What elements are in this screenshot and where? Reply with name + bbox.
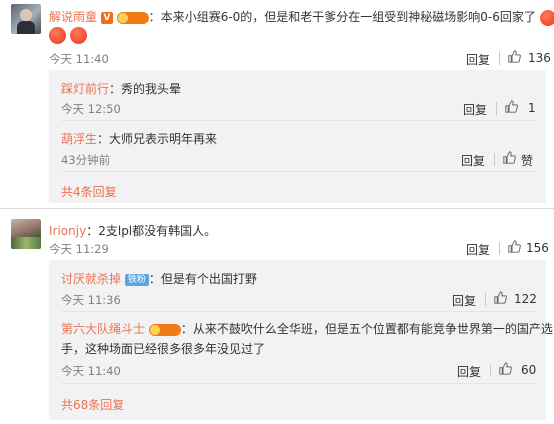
divider — [61, 120, 536, 121]
colon: ： — [86, 224, 99, 238]
sub-reply-text: 但是有个出国打野 — [160, 272, 257, 286]
sub-reply-text: 从来不鼓吹什么全华班，但是五个位置都有能竞争世界第一的国产选 — [192, 322, 553, 336]
sub-reply-line: 讨厌就杀掉 铁粉 ：但是有个出国打野 — [61, 270, 257, 287]
thumb-up-icon — [505, 100, 518, 113]
colon: ： — [109, 82, 122, 96]
thumb-up-icon — [503, 151, 516, 164]
sub-reply-time: 今天 11:40 — [61, 364, 121, 378]
comment-text: 2支lpl都没有韩国人。 — [98, 224, 217, 238]
like-count: 136 — [528, 51, 551, 65]
vip-badge-icon — [116, 11, 149, 24]
reply-button[interactable]: 回复 — [457, 363, 481, 380]
divider — [490, 364, 491, 377]
comment-line: Irionjy：2支lpl都没有韩国人。 — [49, 222, 216, 239]
colon: ： — [148, 272, 161, 286]
comment-line: 解说雨童 V ：本来小组赛6-0的，但是和老干爹分在一组受到神秘磁场影响0-6回… — [49, 8, 554, 26]
sub-reply-line: 第六大队绳斗士 ：从来不鼓吹什么全华班，但是五个位置都有能竞争世界第一的国产选 — [61, 320, 553, 337]
like-count: 122 — [514, 292, 537, 306]
avatar[interactable] — [11, 219, 41, 249]
thumb-up-icon — [499, 362, 512, 375]
sub-reply-user[interactable]: 讨厌就杀掉 — [61, 272, 121, 286]
divider — [61, 311, 536, 312]
emoji-row — [49, 27, 87, 44]
reply-button[interactable]: 回复 — [466, 241, 490, 258]
sub-reply-user[interactable]: 葫浮生 — [61, 132, 97, 146]
divider — [61, 171, 536, 172]
divider — [485, 293, 486, 306]
sub-reply-text: 秀的我头晕 — [121, 82, 182, 96]
like-count: 1 — [528, 101, 536, 115]
reply-button[interactable]: 回复 — [463, 101, 487, 118]
thumb-up-icon — [508, 50, 521, 63]
comment-text: 本来小组赛6-0的，但是和老干爹分在一组受到神秘磁场影响0-6回家了 — [160, 10, 536, 24]
divider — [61, 383, 536, 384]
like-button[interactable] — [508, 240, 521, 253]
like-count: 60 — [521, 363, 537, 377]
like-button[interactable] — [508, 50, 521, 63]
comment-user-name[interactable]: 解说雨童 — [49, 10, 97, 24]
more-replies-link[interactable]: 共68条回复 — [61, 396, 124, 413]
angry-emoji-icon — [49, 27, 66, 44]
more-replies-link[interactable]: 共4条回复 — [61, 183, 117, 200]
like-button[interactable] — [499, 362, 512, 375]
divider — [496, 102, 497, 115]
colon: ： — [97, 132, 110, 146]
like-button[interactable] — [494, 291, 507, 304]
like-button[interactable] — [503, 151, 516, 164]
comment-user-name[interactable]: Irionjy — [49, 224, 86, 238]
comment-time: 今天 11:40 — [49, 52, 109, 66]
vip-badge-icon — [148, 323, 181, 336]
reply-button[interactable]: 回复 — [461, 152, 485, 169]
thumb-up-icon — [494, 291, 507, 304]
sub-reply-user[interactable]: 踩灯前行 — [61, 82, 109, 96]
colon: ： — [148, 10, 161, 24]
sub-reply-time: 43分钟前 — [61, 153, 111, 167]
reply-button[interactable]: 回复 — [466, 51, 490, 68]
fan-badge: 铁粉 — [124, 273, 149, 286]
comment-time: 今天 11:29 — [49, 242, 109, 256]
divider — [499, 52, 500, 65]
colon: ： — [180, 322, 193, 336]
verified-v-icon: V — [100, 11, 113, 24]
like-button[interactable] — [505, 100, 518, 113]
like-count: 156 — [526, 241, 549, 255]
sub-reply-time: 今天 11:36 — [61, 293, 121, 307]
like-count: 赞 — [521, 154, 534, 168]
angry-emoji-icon — [69, 27, 87, 44]
sub-reply-line: 葫浮生：大师兄表示明年再来 — [61, 130, 217, 147]
thumb-up-icon — [508, 240, 521, 253]
angry-emoji-icon — [539, 9, 554, 26]
avatar[interactable] — [11, 4, 41, 34]
sub-reply-text-line2: 手，这种场面已经很多很多年没见过了 — [61, 342, 266, 356]
reply-button[interactable]: 回复 — [452, 292, 476, 309]
comment-divider — [0, 208, 554, 209]
sub-reply-text: 大师兄表示明年再来 — [109, 132, 218, 146]
sub-reply-time: 今天 12:50 — [61, 102, 121, 116]
sub-reply-user[interactable]: 第六大队绳斗士 — [61, 322, 145, 336]
sub-reply-line: 踩灯前行：秀的我头晕 — [61, 80, 181, 97]
divider — [499, 242, 500, 255]
divider — [494, 153, 495, 166]
